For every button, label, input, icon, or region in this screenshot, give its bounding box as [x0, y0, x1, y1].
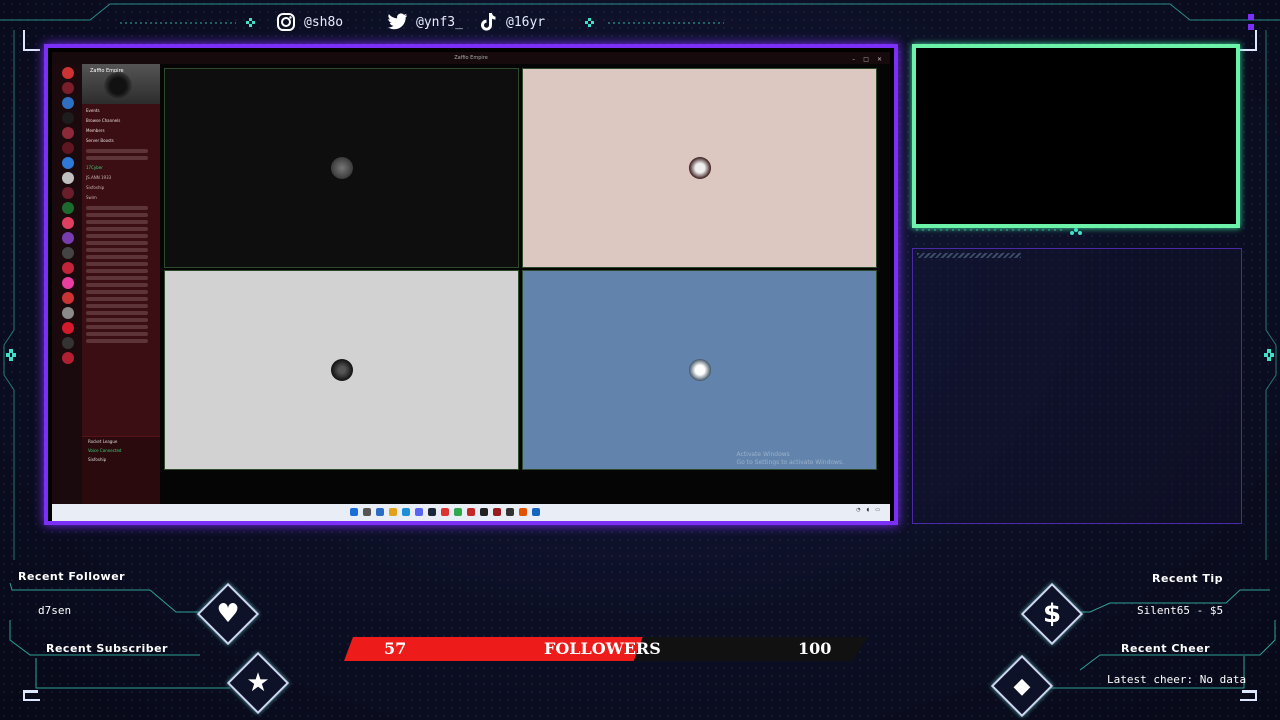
recent-tip-label: Recent Tip — [1152, 572, 1223, 585]
heart-icon: ♥ — [216, 599, 240, 629]
recent-cheer-value: Latest cheer: No data — [1107, 673, 1247, 686]
goal-label: FOLLOWERS — [544, 639, 661, 658]
dollar-icon: $ — [1042, 599, 1062, 629]
goal-target: 100 — [798, 639, 832, 658]
recent-tip-value: Silent65 - $5 — [1137, 604, 1224, 617]
star-icon: ★ — [246, 668, 270, 698]
recent-follower-label: Recent Follower — [18, 570, 126, 583]
widget-lines — [9, 582, 1276, 693]
recent-cheer-label: Recent Cheer — [1121, 642, 1211, 655]
diamond-icon: ◆ — [1013, 673, 1031, 699]
followers-goal-bar: 57 FOLLOWERS 100 — [344, 637, 868, 661]
recent-follower-value: d7sen — [38, 604, 72, 617]
recent-subscriber-label: Recent Subscriber — [46, 642, 168, 655]
goal-current: 57 — [384, 639, 407, 658]
